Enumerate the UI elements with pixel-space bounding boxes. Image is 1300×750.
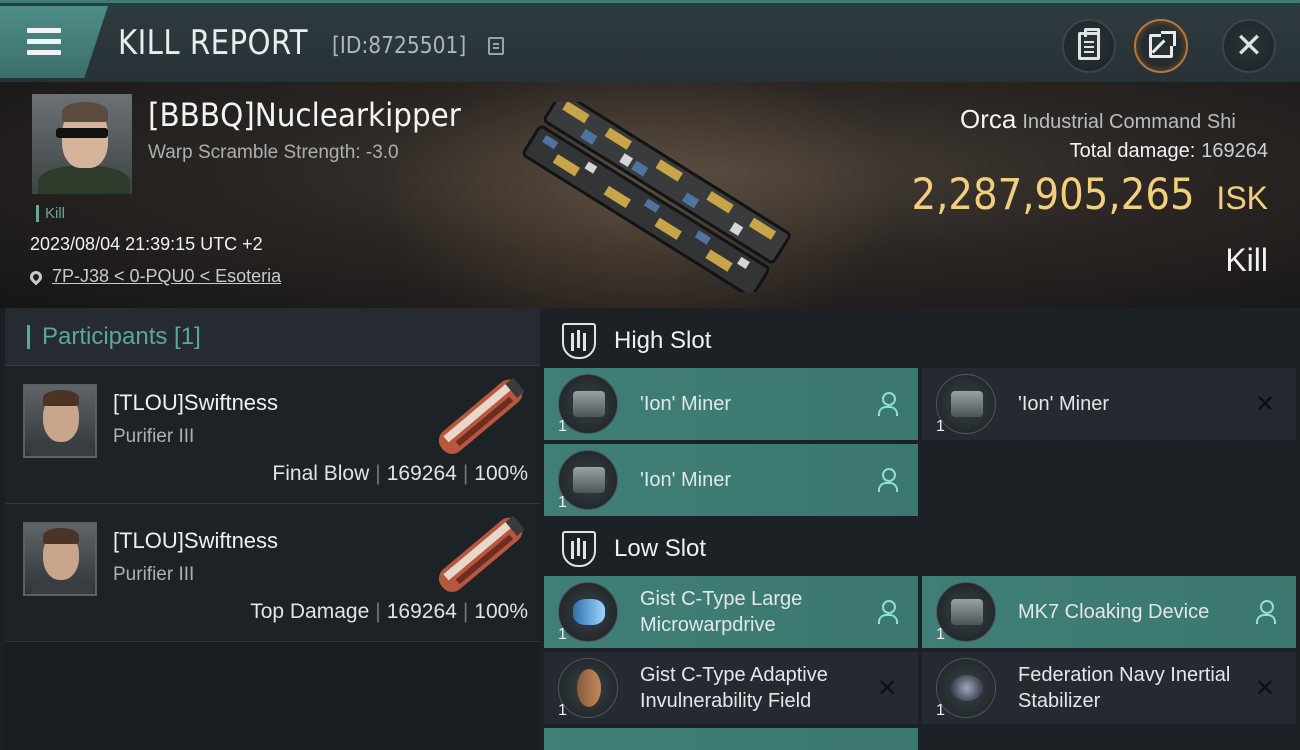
- low-slot-header: Low Slot: [540, 518, 1300, 580]
- victim-summary: [BBBQ]Nuclearkipper Warp Scramble Streng…: [0, 82, 1300, 308]
- module-name: 'Ion' Miner: [640, 469, 732, 491]
- page-title: KILL REPORT: [118, 23, 308, 63]
- destroyed-x-icon: ✕: [876, 674, 898, 702]
- kill-location[interactable]: 7P-J38 < 0-PQU0 < Esoteria: [27, 266, 281, 287]
- module-quantity: 1: [558, 494, 567, 511]
- module-quantity: 1: [936, 702, 945, 719]
- low-slot-title: Low Slot: [614, 535, 707, 562]
- location-link[interactable]: 7P-J38 < 0-PQU0 < Esoteria: [52, 266, 281, 287]
- dropped-person-icon: [876, 600, 898, 624]
- participant-percent: 100%: [474, 600, 528, 623]
- module-name: MK7 Cloaking Device: [1018, 601, 1210, 623]
- report-id: [ID:8725501]: [332, 33, 467, 59]
- result-label: Kill: [1225, 242, 1268, 278]
- participant-ship: Purifier III: [113, 564, 195, 585]
- top-bar: KILL REPORT [ID:8725501] ✕: [0, 0, 1300, 82]
- participant-row[interactable]: [TLOU]Swiftness Purifier III Top Damage |…: [5, 504, 540, 642]
- participant-name: [TLOU]Swiftness: [113, 528, 279, 553]
- victim-ship-line: Orca Industrial Command Shi: [960, 104, 1268, 138]
- clipboard-button[interactable]: [1062, 19, 1116, 73]
- module-quantity: 1: [558, 626, 567, 643]
- participant-avatar[interactable]: [23, 384, 97, 458]
- shield-field-icon: [558, 658, 618, 718]
- high-slot-header: High Slot: [540, 310, 1300, 372]
- high-slot-icon: [562, 323, 596, 359]
- close-icon: ✕: [1234, 26, 1264, 66]
- isk-value: 2,287,905,265: [911, 170, 1195, 220]
- participants-header[interactable]: Participants [1]: [5, 308, 540, 366]
- module-item[interactable]: 1 'Ion' Miner ✕: [922, 368, 1296, 440]
- warp-scramble-strength: Warp Scramble Strength: -3.0: [148, 142, 399, 163]
- participant-row[interactable]: [TLOU]Swiftness Purifier III Final Blow |…: [5, 366, 540, 504]
- participant-avatar[interactable]: [23, 522, 97, 596]
- module-name: 'Ion' Miner: [640, 393, 732, 415]
- module-quantity: 1: [558, 418, 567, 435]
- module-item[interactable]: 1 'Ion' Miner: [544, 368, 918, 440]
- share-icon: [1149, 31, 1176, 58]
- location-pin-icon: [27, 268, 45, 285]
- module-item[interactable]: 1 Gist C-Type Large Microwarpdrive: [544, 576, 918, 648]
- participants-panel: Participants [1] [TLOU]Swiftness Purifie…: [5, 308, 540, 750]
- cloaking-device-icon: [936, 582, 996, 642]
- module-name: Gist C-Type Adaptive Invulnerability Fie…: [640, 664, 828, 712]
- fitting-panel: High Slot 1 'Ion' Miner 1 'Ion' Miner ✕ …: [540, 308, 1300, 750]
- participant-ship: Purifier III: [113, 426, 195, 447]
- victim-ship-class: Industrial Command Shi: [1022, 111, 1236, 133]
- kill-datetime: 2023/08/04 21:39:15 UTC +2: [30, 234, 263, 254]
- module-item[interactable]: 1 'Ion' Miner: [544, 444, 918, 516]
- high-slot-title: High Slot: [614, 327, 712, 354]
- microwarpdrive-icon: [558, 582, 618, 642]
- destroyed-x-icon: ✕: [1254, 390, 1276, 418]
- participant-stats: Final Blow | 169264 | 100%: [272, 462, 528, 485]
- module-name: Gist C-Type Large Microwarpdrive: [640, 588, 803, 636]
- menu-button[interactable]: [0, 6, 108, 78]
- total-damage: Total damage: 169264: [1070, 140, 1268, 163]
- isk-unit: ISK: [1216, 180, 1268, 216]
- module-item[interactable]: 1 MK7 Cloaking Device: [922, 576, 1296, 648]
- victim-name[interactable]: [BBBQ]Nuclearkipper: [148, 96, 461, 134]
- module-quantity: 1: [936, 626, 945, 643]
- module-name: Federation Navy Inertial Stabilizer: [1018, 664, 1231, 712]
- dropped-person-icon: [876, 392, 898, 416]
- module-name: 'Ion' Miner: [1018, 393, 1110, 415]
- participant-ship-image: [438, 515, 525, 592]
- participant-damage: 169264: [386, 462, 457, 485]
- copy-icon[interactable]: [488, 37, 504, 55]
- miner-icon: [936, 374, 996, 434]
- module-quantity: 1: [936, 418, 945, 435]
- participant-name: [TLOU]Swiftness: [113, 390, 279, 415]
- share-button[interactable]: [1134, 19, 1188, 73]
- clipboard-icon: [1078, 28, 1100, 60]
- low-slot-icon: [562, 531, 596, 567]
- participant-damage: 169264: [386, 600, 457, 623]
- isk-loss: 2,287,905,265 ISK: [880, 170, 1268, 220]
- miner-icon: [558, 450, 618, 510]
- participant-role: Top Damage: [250, 600, 370, 623]
- module-item-partial[interactable]: [544, 728, 918, 750]
- module-item[interactable]: 1 Gist C-Type Adaptive Invulnerability F…: [544, 652, 918, 724]
- miner-icon: [558, 374, 618, 434]
- participants-title: Participants [1]: [42, 322, 201, 350]
- inertial-stabilizer-icon: [936, 658, 996, 718]
- dropped-person-icon: [1254, 600, 1276, 624]
- victim-ship-name[interactable]: Orca: [960, 104, 1016, 134]
- participant-ship-image: [438, 377, 525, 454]
- destroyed-x-icon: ✕: [1254, 674, 1276, 702]
- participant-stats: Top Damage | 169264 | 100%: [250, 600, 528, 623]
- participant-role: Final Blow: [272, 462, 370, 485]
- participant-percent: 100%: [474, 462, 528, 485]
- module-quantity: 1: [558, 702, 567, 719]
- total-damage-label: Total damage:: [1069, 140, 1196, 162]
- total-damage-value: 169264: [1201, 140, 1268, 162]
- module-item[interactable]: 1 Federation Navy Inertial Stabilizer ✕: [922, 652, 1296, 724]
- kill-tag: Kill: [36, 205, 65, 222]
- victim-ship-image[interactable]: [510, 102, 800, 292]
- victim-avatar[interactable]: [32, 94, 132, 194]
- close-button[interactable]: ✕: [1222, 19, 1276, 73]
- dropped-person-icon: [876, 468, 898, 492]
